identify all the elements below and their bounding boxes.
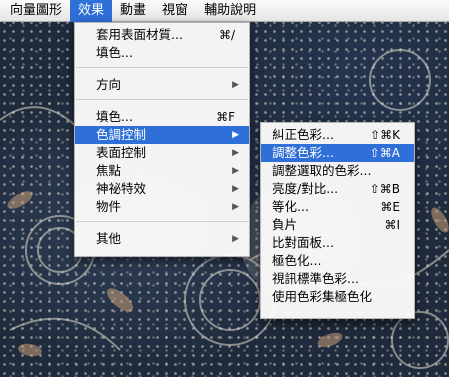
menu-item-label: 物件 [96,199,122,214]
menubar-item-window[interactable]: 視窗 [154,0,196,22]
submenu-arrow-icon: ▶ [232,148,239,158]
menu-item-label: 等化... [272,199,309,214]
tone-control-submenu: 糾正色彩... ⇧⌘K 調整色彩... ⇧⌘A 調整選取的色彩... 亮度/對比… [260,122,415,319]
menu-item-label: 表面控制 [96,145,147,160]
menu-item-shortcut: ⌘/ [218,28,235,42]
menu-separator [76,99,248,100]
menu-item-label: 視訊標準色彩... [272,271,359,286]
submenu-arrow-icon: ▶ [232,130,239,140]
menu-bar: 向量圖形 效果 動畫 視窗 輔助說明 [0,0,449,22]
menu-item-shortcut: ⌘I [384,218,400,232]
menu-item-label: 比對面板... [272,235,334,250]
submenu-arrow-icon: ▶ [232,202,239,212]
menu-item-label: 套用表面材質... [96,27,183,42]
menu-item-label: 亮度/對比... [272,181,339,196]
menu-item-label: 負片 [272,217,298,232]
menu-item-label: 調整色彩... [272,145,334,160]
menu-item-label: 焦點 [96,163,122,178]
menu-item-apply-surface-texture[interactable]: 套用表面材質... ⌘/ [75,26,249,44]
menubar-item-animation[interactable]: 動畫 [112,0,154,22]
menu-item-shortcut: ⇧⌘B [369,182,400,196]
submenu-item-adjust-selected-color[interactable]: 調整選取的色彩... [261,162,414,180]
menubar-item-help[interactable]: 輔助說明 [196,0,264,22]
submenu-item-video-standard-color[interactable]: 視訊標準色彩... [261,270,414,288]
menu-item-other[interactable]: 其他 ▶ [75,230,249,248]
menu-item-shortcut: ⇧⌘A [369,146,400,160]
menu-item-orientation[interactable]: 方向 ▶ [75,76,249,94]
menu-item-shortcut: ⌘E [380,200,400,214]
submenu-arrow-icon: ▶ [232,184,239,194]
submenu-item-equalize[interactable]: 等化... ⌘E [261,198,414,216]
menu-item-label: 糾正色彩... [272,127,334,142]
submenu-arrow-icon: ▶ [232,234,239,244]
submenu-arrow-icon: ▶ [232,166,239,176]
menu-item-label: 調整選取的色彩... [272,163,372,178]
menu-item-label: 色調控制 [96,127,147,142]
submenu-item-brightness-contrast[interactable]: 亮度/對比... ⇧⌘B [261,180,414,198]
menu-item-shortcut: ⌘F [216,110,235,124]
menu-item-label: 神祕特效 [96,181,147,196]
menu-item-shortcut: ⇧⌘K [370,128,400,142]
menu-item-focus[interactable]: 焦點 ▶ [75,162,249,180]
submenu-item-correct-color[interactable]: 糾正色彩... ⇧⌘K [261,126,414,144]
menubar-item-vector-graphics[interactable]: 向量圖形 [0,0,70,22]
menu-item-tone-control[interactable]: 色調控制 ▶ [75,126,249,144]
menu-item-object[interactable]: 物件 ▶ [75,198,249,216]
menubar-item-effects[interactable]: 效果 [70,0,113,22]
menu-item-label: 其他 [96,231,122,246]
menu-item-label: 填色... [96,45,133,60]
submenu-arrow-icon: ▶ [232,80,239,90]
menu-item-label: 方向 [96,77,122,92]
menu-item-mystic-effects[interactable]: 神祕特效 ▶ [75,180,249,198]
menu-item-fill-1[interactable]: 填色... [75,44,249,62]
menu-item-surface-control[interactable]: 表面控制 ▶ [75,144,249,162]
submenu-item-posterize[interactable]: 極色化... [261,252,414,270]
menu-item-label: 極色化... [272,253,322,268]
menu-separator [76,67,248,68]
menu-item-label: 使用色彩集極色化 [272,289,373,304]
submenu-item-match-panel[interactable]: 比對面板... [261,234,414,252]
menu-item-label: 填色... [96,109,133,124]
submenu-item-negative[interactable]: 負片 ⌘I [261,216,414,234]
menu-item-fill-2[interactable]: 填色... ⌘F [75,108,249,126]
submenu-item-posterize-with-color-set[interactable]: 使用色彩集極色化 [261,288,414,306]
effects-menu: 套用表面材質... ⌘/ 填色... 方向 ▶ 填色... ⌘F 色調控制 ▶ … [74,22,250,257]
menu-separator [76,221,248,222]
submenu-item-adjust-color[interactable]: 調整色彩... ⇧⌘A [261,144,414,162]
